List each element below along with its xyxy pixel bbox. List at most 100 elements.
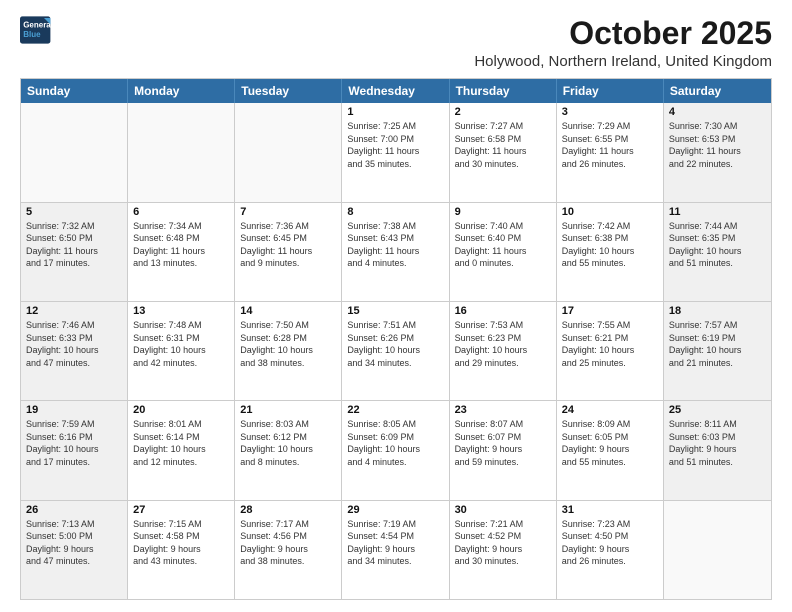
calendar-cell: 3 Sunrise: 7:29 AM Sunset: 6:55 PM Daylig… [557,103,664,201]
calendar-cell: 26 Sunrise: 7:13 AM Sunset: 5:00 PM Dayli… [21,501,128,599]
day-info: Sunrise: 7:25 AM Sunset: 7:00 PM Dayligh… [347,120,443,170]
day-number: 4 [669,106,766,118]
day-info: Sunrise: 7:53 AM Sunset: 6:23 PM Dayligh… [455,319,551,369]
header-day-sunday: Sunday [21,79,128,103]
calendar-cell [235,103,342,201]
day-info: Sunrise: 7:13 AM Sunset: 5:00 PM Dayligh… [26,518,122,568]
calendar-cell: 17 Sunrise: 7:55 AM Sunset: 6:21 PM Dayli… [557,302,664,400]
day-number: 20 [133,404,229,416]
calendar: SundayMondayTuesdayWednesdayThursdayFrid… [20,78,772,600]
calendar-cell: 18 Sunrise: 7:57 AM Sunset: 6:19 PM Dayli… [664,302,771,400]
svg-text:Blue: Blue [23,30,41,39]
calendar-cell: 30 Sunrise: 7:21 AM Sunset: 4:52 PM Dayli… [450,501,557,599]
calendar-week-2: 5 Sunrise: 7:32 AM Sunset: 6:50 PM Daylig… [21,203,771,302]
day-number: 6 [133,206,229,218]
day-number: 24 [562,404,658,416]
title-block: October 2025 Holywood, Northern Ireland,… [474,16,772,70]
day-info: Sunrise: 7:15 AM Sunset: 4:58 PM Dayligh… [133,518,229,568]
day-info: Sunrise: 7:48 AM Sunset: 6:31 PM Dayligh… [133,319,229,369]
day-number: 8 [347,206,443,218]
day-info: Sunrise: 7:23 AM Sunset: 4:50 PM Dayligh… [562,518,658,568]
calendar-cell: 29Sunrise: 7:19 AM Sunset: 4:54 PM Dayli… [342,501,449,599]
calendar-cell: 28Sunrise: 7:17 AM Sunset: 4:56 PM Dayli… [235,501,342,599]
day-info: Sunrise: 8:05 AM Sunset: 6:09 PM Dayligh… [347,418,443,468]
day-number: 25 [669,404,766,416]
calendar-body: 1 Sunrise: 7:25 AM Sunset: 7:00 PM Daylig… [21,103,771,599]
day-number: 31 [562,504,658,516]
day-info: Sunrise: 7:57 AM Sunset: 6:19 PM Dayligh… [669,319,766,369]
day-info: Sunrise: 7:27 AM Sunset: 6:58 PM Dayligh… [455,120,551,170]
calendar-cell: 11 Sunrise: 7:44 AM Sunset: 6:35 PM Dayli… [664,203,771,301]
calendar-cell: 9Sunrise: 7:40 AM Sunset: 6:40 PM Daylig… [450,203,557,301]
day-info: Sunrise: 8:01 AM Sunset: 6:14 PM Dayligh… [133,418,229,468]
calendar-cell: 20 Sunrise: 8:01 AM Sunset: 6:14 PM Dayli… [128,401,235,499]
day-number: 26 [26,504,122,516]
logo-icon: General Blue [20,16,52,44]
calendar-cell: 7Sunrise: 7:36 AM Sunset: 6:45 PM Daylig… [235,203,342,301]
calendar-cell: 4 Sunrise: 7:30 AM Sunset: 6:53 PM Daylig… [664,103,771,201]
day-number: 7 [240,206,336,218]
day-info: Sunrise: 7:29 AM Sunset: 6:55 PM Dayligh… [562,120,658,170]
day-number: 13 [133,305,229,317]
calendar-cell [21,103,128,201]
day-number: 17 [562,305,658,317]
calendar-cell: 25 Sunrise: 8:11 AM Sunset: 6:03 PM Dayli… [664,401,771,499]
day-number: 21 [240,404,336,416]
day-number: 18 [669,305,766,317]
day-info: Sunrise: 7:50 AM Sunset: 6:28 PM Dayligh… [240,319,336,369]
header-day-wednesday: Wednesday [342,79,449,103]
day-info: Sunrise: 7:32 AM Sunset: 6:50 PM Dayligh… [26,220,122,270]
header-day-friday: Friday [557,79,664,103]
day-number: 14 [240,305,336,317]
day-number: 27 [133,504,229,516]
calendar-week-5: 26 Sunrise: 7:13 AM Sunset: 5:00 PM Dayli… [21,501,771,599]
calendar-cell: 16 Sunrise: 7:53 AM Sunset: 6:23 PM Dayli… [450,302,557,400]
subtitle: Holywood, Northern Ireland, United Kingd… [474,53,772,70]
header-day-tuesday: Tuesday [235,79,342,103]
calendar-week-4: 19Sunrise: 7:59 AM Sunset: 6:16 PM Dayli… [21,401,771,500]
day-info: Sunrise: 8:11 AM Sunset: 6:03 PM Dayligh… [669,418,766,468]
calendar-cell: 21 Sunrise: 8:03 AM Sunset: 6:12 PM Dayli… [235,401,342,499]
day-info: Sunrise: 7:55 AM Sunset: 6:21 PM Dayligh… [562,319,658,369]
day-number: 11 [669,206,766,218]
day-info: Sunrise: 7:51 AM Sunset: 6:26 PM Dayligh… [347,319,443,369]
day-number: 1 [347,106,443,118]
day-info: Sunrise: 7:44 AM Sunset: 6:35 PM Dayligh… [669,220,766,270]
day-info: Sunrise: 7:46 AM Sunset: 6:33 PM Dayligh… [26,319,122,369]
day-info: Sunrise: 7:30 AM Sunset: 6:53 PM Dayligh… [669,120,766,170]
calendar-cell: 27 Sunrise: 7:15 AM Sunset: 4:58 PM Dayli… [128,501,235,599]
day-number: 16 [455,305,551,317]
calendar-cell: 15 Sunrise: 7:51 AM Sunset: 6:26 PM Dayli… [342,302,449,400]
calendar-cell: 12 Sunrise: 7:46 AM Sunset: 6:33 PM Dayli… [21,302,128,400]
day-info: Sunrise: 7:38 AM Sunset: 6:43 PM Dayligh… [347,220,443,270]
day-number: 30 [455,504,551,516]
day-number: 5 [26,206,122,218]
day-number: 22 [347,404,443,416]
calendar-cell: 13 Sunrise: 7:48 AM Sunset: 6:31 PM Dayli… [128,302,235,400]
day-number: 2 [455,106,551,118]
logo: General Blue [20,16,52,44]
day-number: 19 [26,404,122,416]
day-number: 15 [347,305,443,317]
day-info: Sunrise: 7:21 AM Sunset: 4:52 PM Dayligh… [455,518,551,568]
day-number: 12 [26,305,122,317]
calendar-cell: 19Sunrise: 7:59 AM Sunset: 6:16 PM Dayli… [21,401,128,499]
day-number: 3 [562,106,658,118]
day-number: 10 [562,206,658,218]
calendar-week-1: 1 Sunrise: 7:25 AM Sunset: 7:00 PM Daylig… [21,103,771,202]
header-day-saturday: Saturday [664,79,771,103]
calendar-cell: 5 Sunrise: 7:32 AM Sunset: 6:50 PM Daylig… [21,203,128,301]
calendar-cell [128,103,235,201]
day-info: Sunrise: 7:42 AM Sunset: 6:38 PM Dayligh… [562,220,658,270]
calendar-cell: 14 Sunrise: 7:50 AM Sunset: 6:28 PM Dayli… [235,302,342,400]
header-day-monday: Monday [128,79,235,103]
calendar-cell: 6Sunrise: 7:34 AM Sunset: 6:48 PM Daylig… [128,203,235,301]
calendar-cell [664,501,771,599]
day-info: Sunrise: 8:03 AM Sunset: 6:12 PM Dayligh… [240,418,336,468]
calendar-cell: 8 Sunrise: 7:38 AM Sunset: 6:43 PM Daylig… [342,203,449,301]
svg-text:General: General [23,21,52,30]
header: General Blue October 2025 Holywood, Nort… [20,16,772,70]
calendar-header: SundayMondayTuesdayWednesdayThursdayFrid… [21,79,771,103]
day-number: 28 [240,504,336,516]
calendar-cell: 23Sunrise: 8:07 AM Sunset: 6:07 PM Dayli… [450,401,557,499]
